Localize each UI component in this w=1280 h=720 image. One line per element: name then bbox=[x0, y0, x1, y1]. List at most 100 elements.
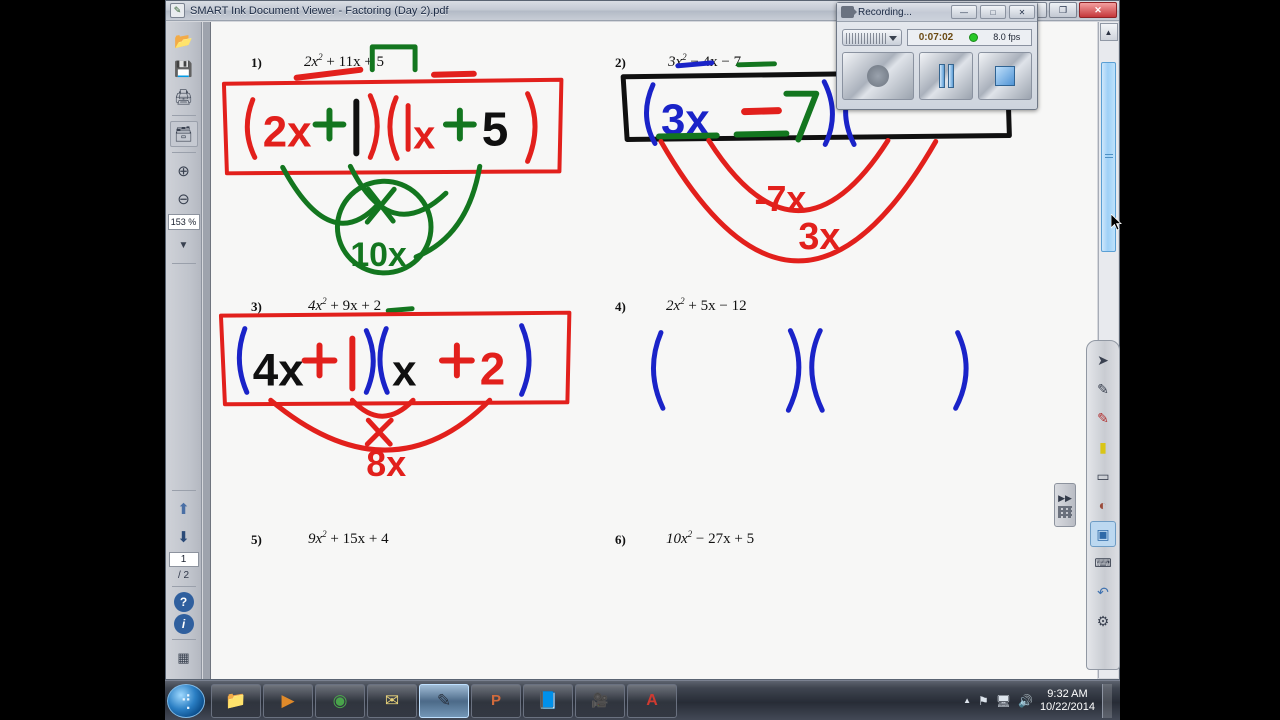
svg-text:5: 5 bbox=[482, 103, 509, 156]
letterbox-left bbox=[0, 0, 165, 720]
taskbar-media-player[interactable]: ▶ bbox=[263, 683, 313, 718]
svg-text:4x: 4x bbox=[253, 344, 304, 395]
show-desktop-button[interactable] bbox=[1102, 683, 1112, 718]
svg-text:x: x bbox=[392, 346, 417, 395]
frame-rate-label: 8.0 fps bbox=[993, 32, 1021, 42]
undo-tool[interactable]: ↶ bbox=[1090, 579, 1116, 605]
current-page-input[interactable]: 1 bbox=[168, 552, 199, 567]
windows-taskbar: ⢚ 📁 ▶ ◉ ✉ ✎ P 📘 🎥 A ▲ ⚑ 🖥 🔊 9:32 AM 10/2… bbox=[165, 680, 1120, 720]
document-viewport: 1) 2x2 + 11x + 5 2) 3x2 − 4x − 7 3) 4x2 … bbox=[203, 22, 1097, 679]
letterbox-right bbox=[1120, 0, 1280, 720]
taskbar-items: 📁 ▶ ◉ ✉ ✎ P 📘 🎥 A bbox=[211, 683, 677, 718]
mouse-cursor bbox=[1111, 214, 1122, 231]
recorder-window-controls: — □ ✕ bbox=[951, 5, 1035, 19]
select-tool[interactable]: ➤ bbox=[1090, 347, 1116, 373]
chevron-right-icon: ▶▶ bbox=[1058, 492, 1072, 503]
scroll-up-button[interactable]: ▲ bbox=[1099, 23, 1118, 41]
svg-text:10x: 10x bbox=[350, 236, 407, 274]
taskbar-smart-notebook[interactable]: 📘 bbox=[523, 683, 573, 718]
screen-root: ✎ SMART Ink Document Viewer - Factoring … bbox=[0, 0, 1280, 720]
taskbar-powerpoint[interactable]: P bbox=[471, 683, 521, 718]
svg-text:8x: 8x bbox=[366, 444, 406, 484]
smart-recorder-window: Recording... — □ ✕ 0:07:02 8.0 fps bbox=[836, 2, 1038, 110]
toolbar-divider bbox=[171, 586, 196, 587]
print-button[interactable]: 🖨 bbox=[170, 84, 198, 110]
gear-tool[interactable]: ⚙ bbox=[1090, 608, 1116, 634]
toolbar-divider bbox=[171, 152, 196, 153]
clock-date: 10/22/2014 bbox=[1039, 700, 1095, 713]
toolbar-divider bbox=[171, 115, 196, 116]
keyboard-tool[interactable]: ⌨ bbox=[1090, 550, 1116, 576]
document-left-toolbar: 📂 💾 🖨 🗃 ⊕ ⊖ 153 % ▼ ⬆ ⬇ 1 / 2 ? i ▦ bbox=[166, 22, 202, 679]
recorder-status-row: 0:07:02 8.0 fps bbox=[842, 26, 1032, 48]
ink-annotation-layer: 2x x 5 10x 3x -7x 3x 4x x 2 8x bbox=[218, 44, 1012, 484]
taskbar-smart-ink[interactable]: ✎ bbox=[419, 683, 469, 718]
screen-capture-tool[interactable]: ▣ bbox=[1090, 521, 1116, 547]
grid-dots-icon bbox=[1058, 505, 1072, 518]
ink-palette-tool[interactable]: ◐ bbox=[1090, 492, 1116, 518]
previous-page-button[interactable]: ⬆ bbox=[170, 496, 198, 522]
toolbar-divider bbox=[171, 639, 196, 640]
help-button[interactable]: ? bbox=[173, 592, 194, 612]
taskbar-outlook[interactable]: ✉ bbox=[367, 683, 417, 718]
toolbar-divider bbox=[171, 490, 196, 491]
clock[interactable]: 9:32 AM 10/22/2014 bbox=[1040, 688, 1095, 713]
recorder-restore-button[interactable]: □ bbox=[980, 5, 1006, 19]
open-file-button[interactable]: 📂 bbox=[170, 28, 198, 54]
zoom-dropdown-icon[interactable]: ▼ bbox=[170, 232, 198, 258]
pause-button[interactable] bbox=[919, 52, 974, 100]
next-page-button[interactable]: ⬇ bbox=[170, 524, 198, 550]
start-button[interactable]: ⢚ bbox=[167, 683, 205, 718]
taskbar-chrome[interactable]: ◉ bbox=[315, 683, 365, 718]
save-button[interactable]: 💾 bbox=[170, 56, 198, 82]
highlighter-tool[interactable]: ▮ bbox=[1090, 434, 1116, 460]
zoom-out-button[interactable]: ⊖ bbox=[170, 186, 198, 212]
recording-status-indicator bbox=[968, 32, 978, 42]
attachments-button[interactable]: 🗃 bbox=[169, 121, 198, 147]
record-button[interactable] bbox=[842, 52, 915, 100]
pdf-page: 1) 2x2 + 11x + 5 2) 3x2 − 4x − 7 3) 4x2 … bbox=[210, 22, 1097, 679]
ink-toolbar-expand-handle[interactable]: ▶▶ bbox=[1054, 483, 1076, 527]
svg-text:-7x: -7x bbox=[755, 179, 807, 219]
volume-icon[interactable]: 🔊 bbox=[1018, 694, 1033, 708]
close-button[interactable]: ✕ bbox=[1079, 2, 1117, 18]
record-icon bbox=[867, 65, 890, 87]
toolbar-divider bbox=[171, 263, 196, 264]
clock-time: 9:32 AM bbox=[1047, 687, 1088, 700]
zoom-level-value[interactable]: 153 % bbox=[167, 214, 200, 230]
recorder-transport-buttons bbox=[842, 52, 1032, 100]
page-settings-icon[interactable]: ▦ bbox=[170, 645, 198, 671]
svg-text:x: x bbox=[413, 113, 435, 157]
smart-ink-icon: ✎ bbox=[170, 3, 185, 18]
pause-icon bbox=[938, 64, 954, 88]
taskbar-file-explorer[interactable]: 📁 bbox=[211, 683, 261, 718]
system-tray: ▲ ⚑ 🖥 🔊 9:32 AM 10/22/2014 bbox=[963, 683, 1120, 718]
action-center-flag-icon[interactable]: ⚑ bbox=[978, 694, 989, 708]
svg-text:2: 2 bbox=[480, 343, 505, 394]
window-title: SMART Ink Document Viewer - Factoring (D… bbox=[190, 4, 449, 17]
info-button[interactable]: i bbox=[173, 614, 194, 634]
pen-tool[interactable]: ✎ bbox=[1090, 376, 1116, 402]
audio-level-meter[interactable] bbox=[842, 28, 902, 46]
recorder-titlebar[interactable]: Recording... — □ ✕ bbox=[837, 3, 1037, 22]
network-icon[interactable]: 🖥 bbox=[996, 694, 1011, 708]
recorder-readout: 0:07:02 8.0 fps bbox=[907, 28, 1032, 46]
video-camera-icon bbox=[841, 6, 857, 18]
eraser-tool[interactable]: ▭ bbox=[1090, 463, 1116, 489]
tray-expand-icon[interactable]: ▲ bbox=[963, 696, 971, 705]
zoom-in-button[interactable]: ⊕ bbox=[170, 158, 198, 184]
recorder-minimize-button[interactable]: — bbox=[951, 5, 977, 19]
taskbar-adobe-reader[interactable]: A bbox=[627, 683, 677, 718]
recorder-title: Recording... bbox=[858, 6, 912, 18]
stop-icon bbox=[995, 66, 1016, 86]
svg-text:3x: 3x bbox=[798, 216, 840, 258]
restore-button[interactable]: ❐ bbox=[1049, 2, 1077, 18]
stop-button[interactable] bbox=[978, 52, 1032, 100]
svg-text:2x: 2x bbox=[263, 107, 312, 156]
elapsed-time-label: 0:07:02 bbox=[918, 31, 954, 43]
page-total-label: / 2 bbox=[177, 570, 190, 581]
taskbar-recorder[interactable]: 🎥 bbox=[575, 683, 625, 718]
red-pen-tool[interactable]: ✎ bbox=[1090, 405, 1116, 431]
recorder-close-button[interactable]: ✕ bbox=[1009, 5, 1035, 19]
smart-ink-toolbar: ➤ ✎ ✎ ▮ ▭ ◐ ▣ ⌨ ↶ ⚙ bbox=[1086, 340, 1120, 670]
